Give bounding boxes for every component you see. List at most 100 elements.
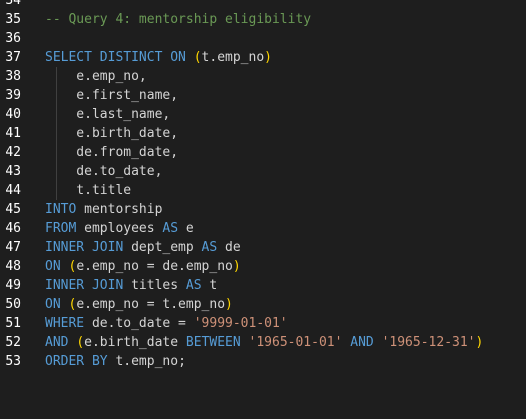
string-literal: '9999-01-01' <box>193 316 288 331</box>
sql-keyword: INTO <box>45 202 85 217</box>
code-text[interactable]: INTO mentorship <box>45 200 162 219</box>
code-line[interactable]: 49 INNER JOIN titles AS t <box>0 276 526 295</box>
bracket: ) <box>225 297 233 312</box>
sql-keyword: INNER JOIN <box>45 240 132 255</box>
code-line[interactable]: 51 WHERE de.to_date = '9999-01-01' <box>0 314 526 333</box>
line-number: 51 <box>5 316 21 331</box>
code-token: e.first_name, <box>45 88 179 103</box>
code-token: employees <box>84 221 163 236</box>
code-line[interactable]: 47 INNER JOIN dept_emp AS de <box>0 238 526 257</box>
sql-keyword: AND <box>350 335 382 350</box>
code-comment: -- Query 4: mentorship eligibility <box>45 12 312 27</box>
sql-keyword: AS <box>162 221 186 236</box>
bracket: ( <box>76 335 85 350</box>
code-token: t.title <box>45 183 132 198</box>
code-token: mentorship <box>84 202 163 217</box>
code-line[interactable]: 50 ON (e.emp_no = t.emp_no) <box>0 295 526 314</box>
code-line[interactable]: 36 <box>0 29 526 48</box>
line-number: 49 <box>5 278 21 293</box>
code-token: t <box>209 278 218 293</box>
code-token: t.emp_no <box>201 50 265 65</box>
line-number: 48 <box>5 259 21 274</box>
code-token: de.to_date = <box>91 316 194 331</box>
line-number: 34 <box>5 0 21 8</box>
line-number: 35 <box>5 12 21 27</box>
code-text[interactable]: e.birth_date, <box>45 124 178 143</box>
code-text[interactable]: ON (e.emp_no = t.emp_no) <box>45 295 233 314</box>
bracket: ) <box>232 259 241 274</box>
bracket: ( <box>193 50 202 65</box>
line-number: 53 <box>5 354 21 369</box>
line-number: 40 <box>5 107 21 122</box>
code-token: e.emp_no = de.emp_no <box>76 259 233 274</box>
code-token: e.birth_date, <box>45 126 179 141</box>
code-line[interactable]: 35 -- Query 4: mentorship eligibility <box>0 10 526 29</box>
sql-keyword: BETWEEN <box>185 335 249 350</box>
code-line[interactable]: 37 SELECT DISTINCT ON (t.emp_no) <box>0 48 526 67</box>
code-text[interactable]: e.last_name, <box>45 105 170 124</box>
line-number: 41 <box>5 126 21 141</box>
code-token: de.from_date, <box>45 145 179 160</box>
line-number: 43 <box>5 164 21 179</box>
code-text[interactable]: SELECT DISTINCT ON (t.emp_no) <box>45 48 272 67</box>
line-number: 50 <box>5 297 21 312</box>
sql-keyword: ON <box>45 259 69 274</box>
sql-keyword: INNER JOIN <box>45 278 132 293</box>
code-token: e.emp_no, <box>45 69 147 84</box>
sql-keyword: WHERE <box>45 316 92 331</box>
line-number: 38 <box>5 69 21 84</box>
code-line[interactable]: 45 INTO mentorship <box>0 200 526 219</box>
line-number: 52 <box>5 335 21 350</box>
code-line[interactable]: 41 e.birth_date, <box>0 124 526 143</box>
code-token: de <box>225 240 241 255</box>
code-text[interactable]: e.emp_no, <box>45 67 147 86</box>
sql-keyword: ORDER BY <box>45 354 116 369</box>
code-line[interactable]: 42 de.from_date, <box>0 143 526 162</box>
line-number: 36 <box>5 31 21 46</box>
sql-keyword: SELECT DISTINCT ON <box>45 50 194 65</box>
line-number: 44 <box>5 183 21 198</box>
sql-keyword: AND <box>45 335 77 350</box>
code-text[interactable]: de.to_date, <box>45 162 162 181</box>
code-text[interactable]: WHERE de.to_date = '9999-01-01' <box>45 314 288 333</box>
string-literal: '1965-01-01' <box>248 335 343 350</box>
code-token: e.birth_date <box>84 335 186 350</box>
code-line[interactable]: 34 <box>0 0 526 10</box>
code-token: t.emp_no; <box>115 354 186 369</box>
code-text[interactable]: t.title <box>45 181 131 200</box>
line-number: 37 <box>5 50 21 65</box>
line-number: 42 <box>5 145 21 160</box>
code-line[interactable]: 38 e.emp_no, <box>0 67 526 86</box>
code-token: e.last_name, <box>45 107 171 122</box>
code-line[interactable]: 43 de.to_date, <box>0 162 526 181</box>
code-editor[interactable]: 34 35 -- Query 4: mentorship eligibility 36… <box>0 0 526 371</box>
line-number: 45 <box>5 202 21 217</box>
code-text[interactable]: -- Query 4: mentorship eligibility <box>45 10 311 29</box>
code-token: e <box>185 221 194 236</box>
code-line[interactable]: 48 ON (e.emp_no = de.emp_no) <box>0 257 526 276</box>
bracket: ) <box>475 335 484 350</box>
code-line[interactable]: 52 AND (e.birth_date BETWEEN '1965-01-01'… <box>0 333 526 352</box>
code-text[interactable]: e.first_name, <box>45 86 178 105</box>
code-line[interactable]: 39 e.first_name, <box>0 86 526 105</box>
code-text[interactable]: FROM employees AS e <box>45 219 194 238</box>
code-token: e.emp_no = t.emp_no <box>76 297 226 312</box>
string-literal: '1965-12-31' <box>381 335 476 350</box>
code-text[interactable]: INNER JOIN titles AS t <box>45 276 217 295</box>
code-line[interactable]: 53 ORDER BY t.emp_no; <box>0 352 526 371</box>
code-token: de.to_date, <box>45 164 163 179</box>
bracket: ) <box>264 50 272 65</box>
code-text[interactable]: ON (e.emp_no = de.emp_no) <box>45 257 241 276</box>
code-text[interactable]: de.from_date, <box>45 143 178 162</box>
code-text[interactable]: INNER JOIN dept_emp AS de <box>45 238 241 257</box>
code-line[interactable]: 44 t.title <box>0 181 526 200</box>
code-text[interactable]: AND (e.birth_date BETWEEN '1965-01-01' A… <box>45 333 483 352</box>
code-line[interactable]: 40 e.last_name, <box>0 105 526 124</box>
code-token: titles <box>131 278 186 293</box>
code-line[interactable]: 46 FROM employees AS e <box>0 219 526 238</box>
sql-keyword: AS <box>201 240 226 255</box>
sql-keyword: FROM <box>45 221 85 236</box>
code-token: dept_emp <box>131 240 202 255</box>
line-number: 39 <box>5 88 21 103</box>
code-text[interactable]: ORDER BY t.emp_no; <box>45 352 186 371</box>
